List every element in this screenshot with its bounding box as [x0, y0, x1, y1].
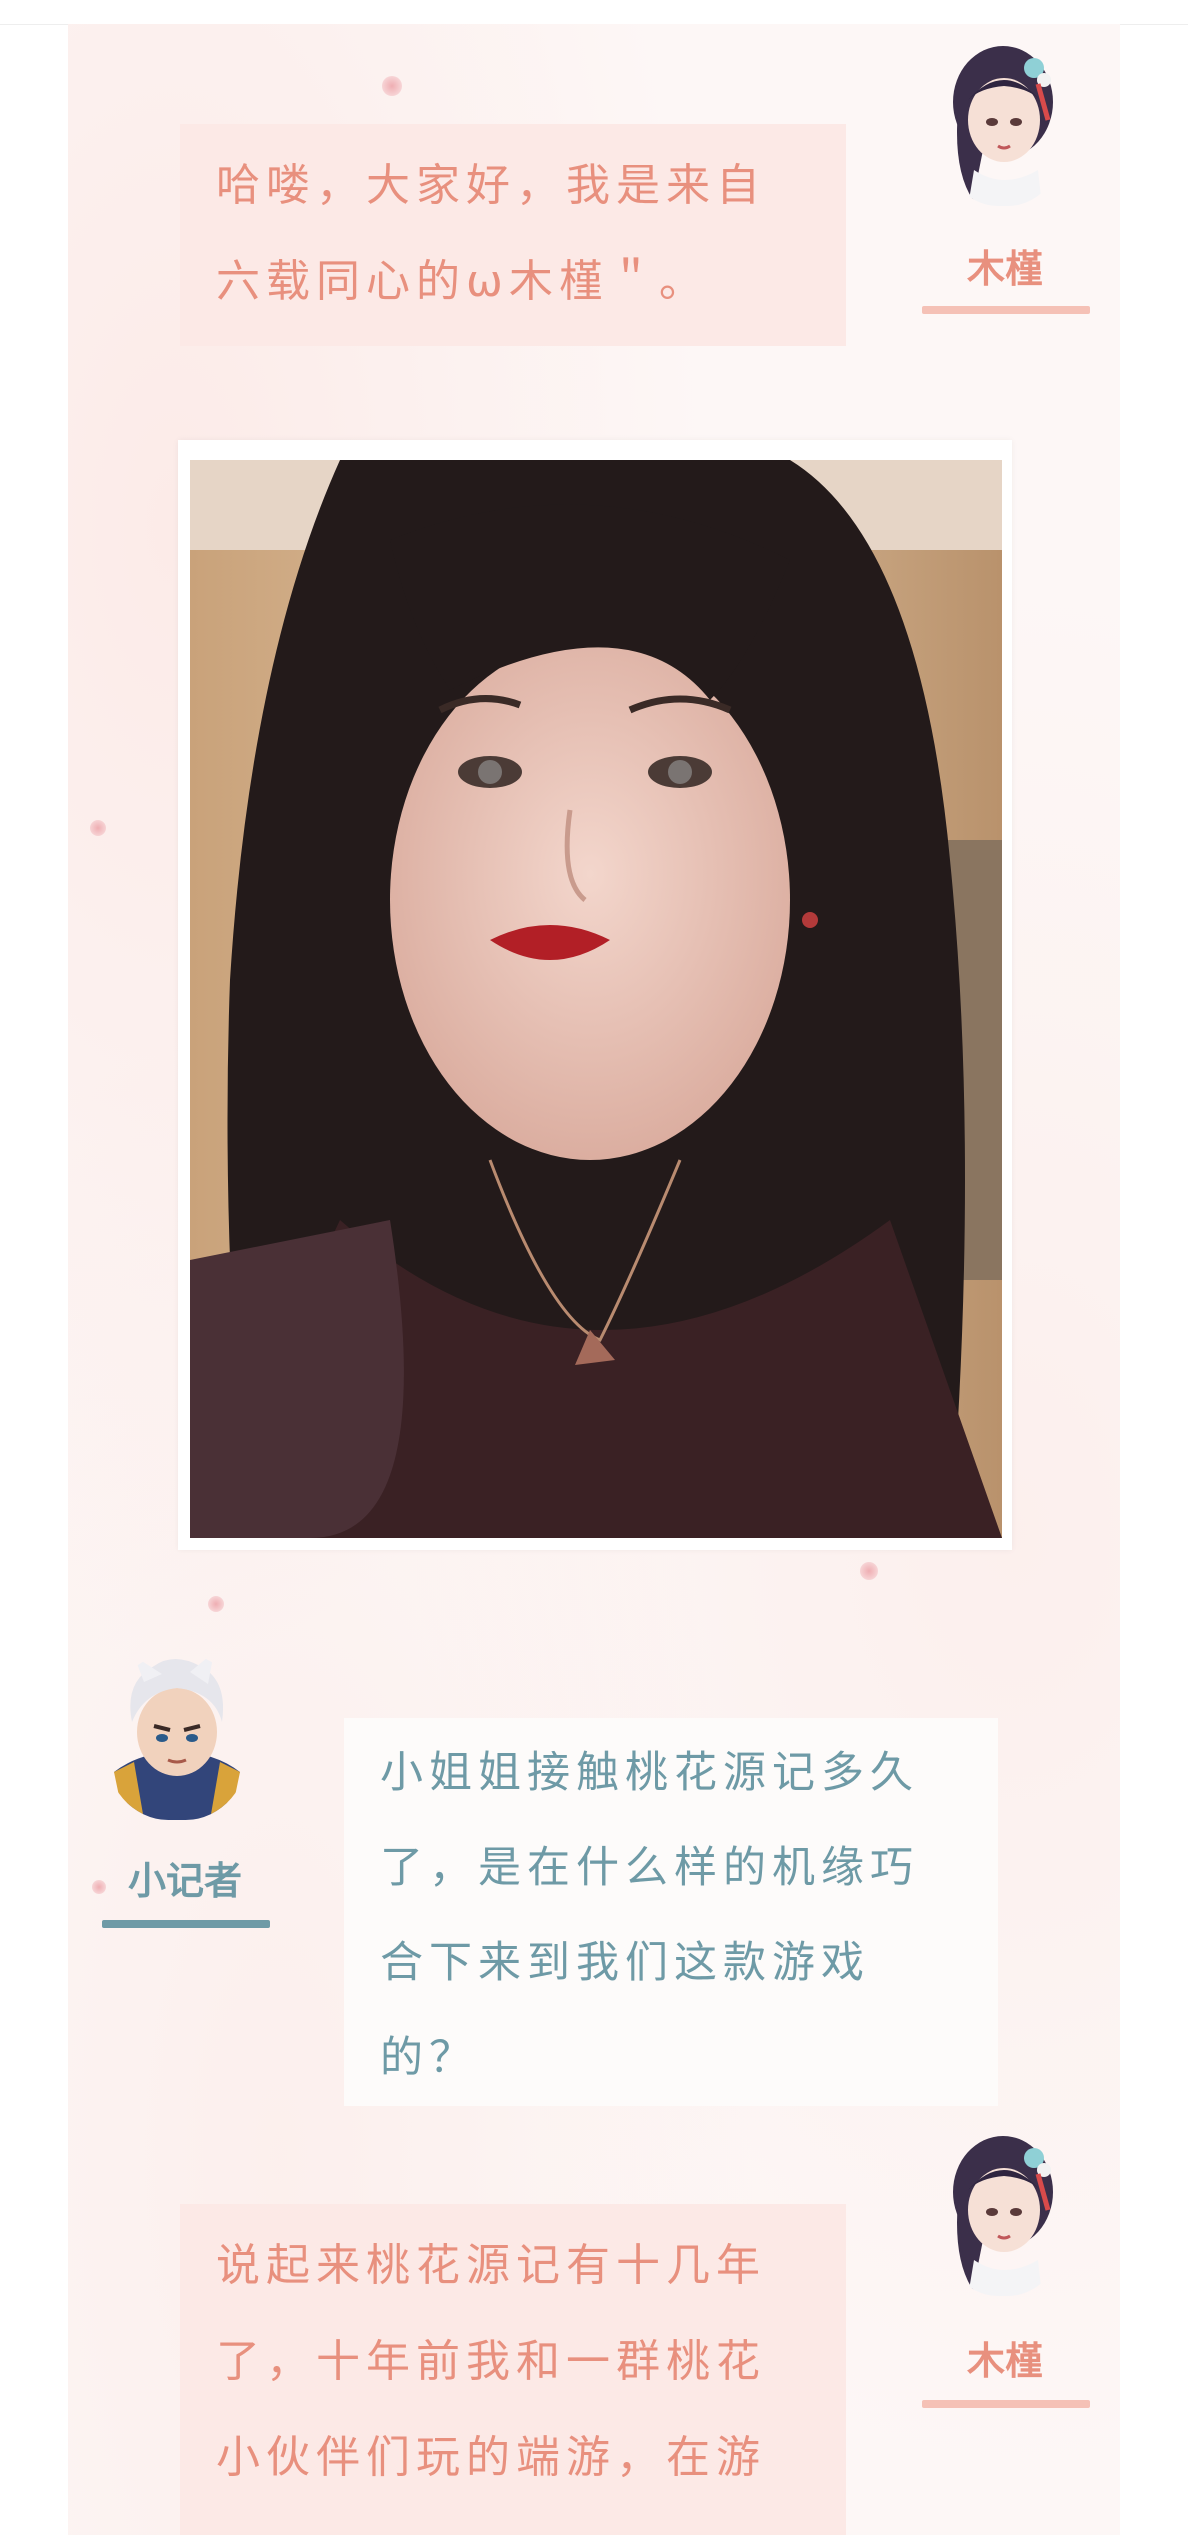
female-character-avatar-icon [953, 46, 1053, 206]
reporter-avatar [104, 1652, 250, 1820]
speaker-underline-mujin [922, 306, 1090, 314]
message-text: 小姐姐接触桃花源记多久了，是在什么样的机缘巧合下来到我们这款游戏的？ [380, 1748, 919, 2083]
speaker-name-mujin: 木槿 [966, 247, 1043, 291]
speaker-underline-reporter [102, 1920, 270, 1928]
top-bar [0, 0, 1188, 25]
petal-decoration [90, 820, 106, 836]
message-text: 说起来桃花源记有十几年了，十年前我和一群桃花小伙伴们玩的端游，在游 [216, 2240, 766, 2483]
speaker-underline-mujin-2 [922, 2400, 1090, 2408]
player-photo [190, 460, 1002, 1538]
mujin-avatar [938, 40, 1068, 206]
speaker-name-reporter: 小记者 [127, 1859, 242, 1903]
message-bubble-mujin: 哈喽，大家好，我是来自六载同心的ω木槿＂。 [180, 124, 846, 346]
petal-decoration [208, 1596, 224, 1612]
petal-decoration [860, 1562, 878, 1580]
message-text: 哈喽，大家好，我是来自六载同心的ω木槿＂。 [216, 160, 766, 307]
message-bubble-mujin-2: 说起来桃花源记有十几年了，十年前我和一群桃花小伙伴们玩的端游，在游 [180, 2204, 846, 2535]
petal-decoration [382, 76, 402, 96]
male-character-avatar-icon [114, 1652, 240, 1820]
mujin-avatar-2 [938, 2130, 1068, 2296]
message-bubble-reporter: 小姐姐接触桃花源记多久了，是在什么样的机缘巧合下来到我们这款游戏的？ [344, 1718, 998, 2106]
speaker-name-mujin-2: 木槿 [966, 2339, 1043, 2383]
portrait-photo-icon [190, 460, 1002, 1538]
female-character-avatar-icon [953, 2136, 1053, 2296]
